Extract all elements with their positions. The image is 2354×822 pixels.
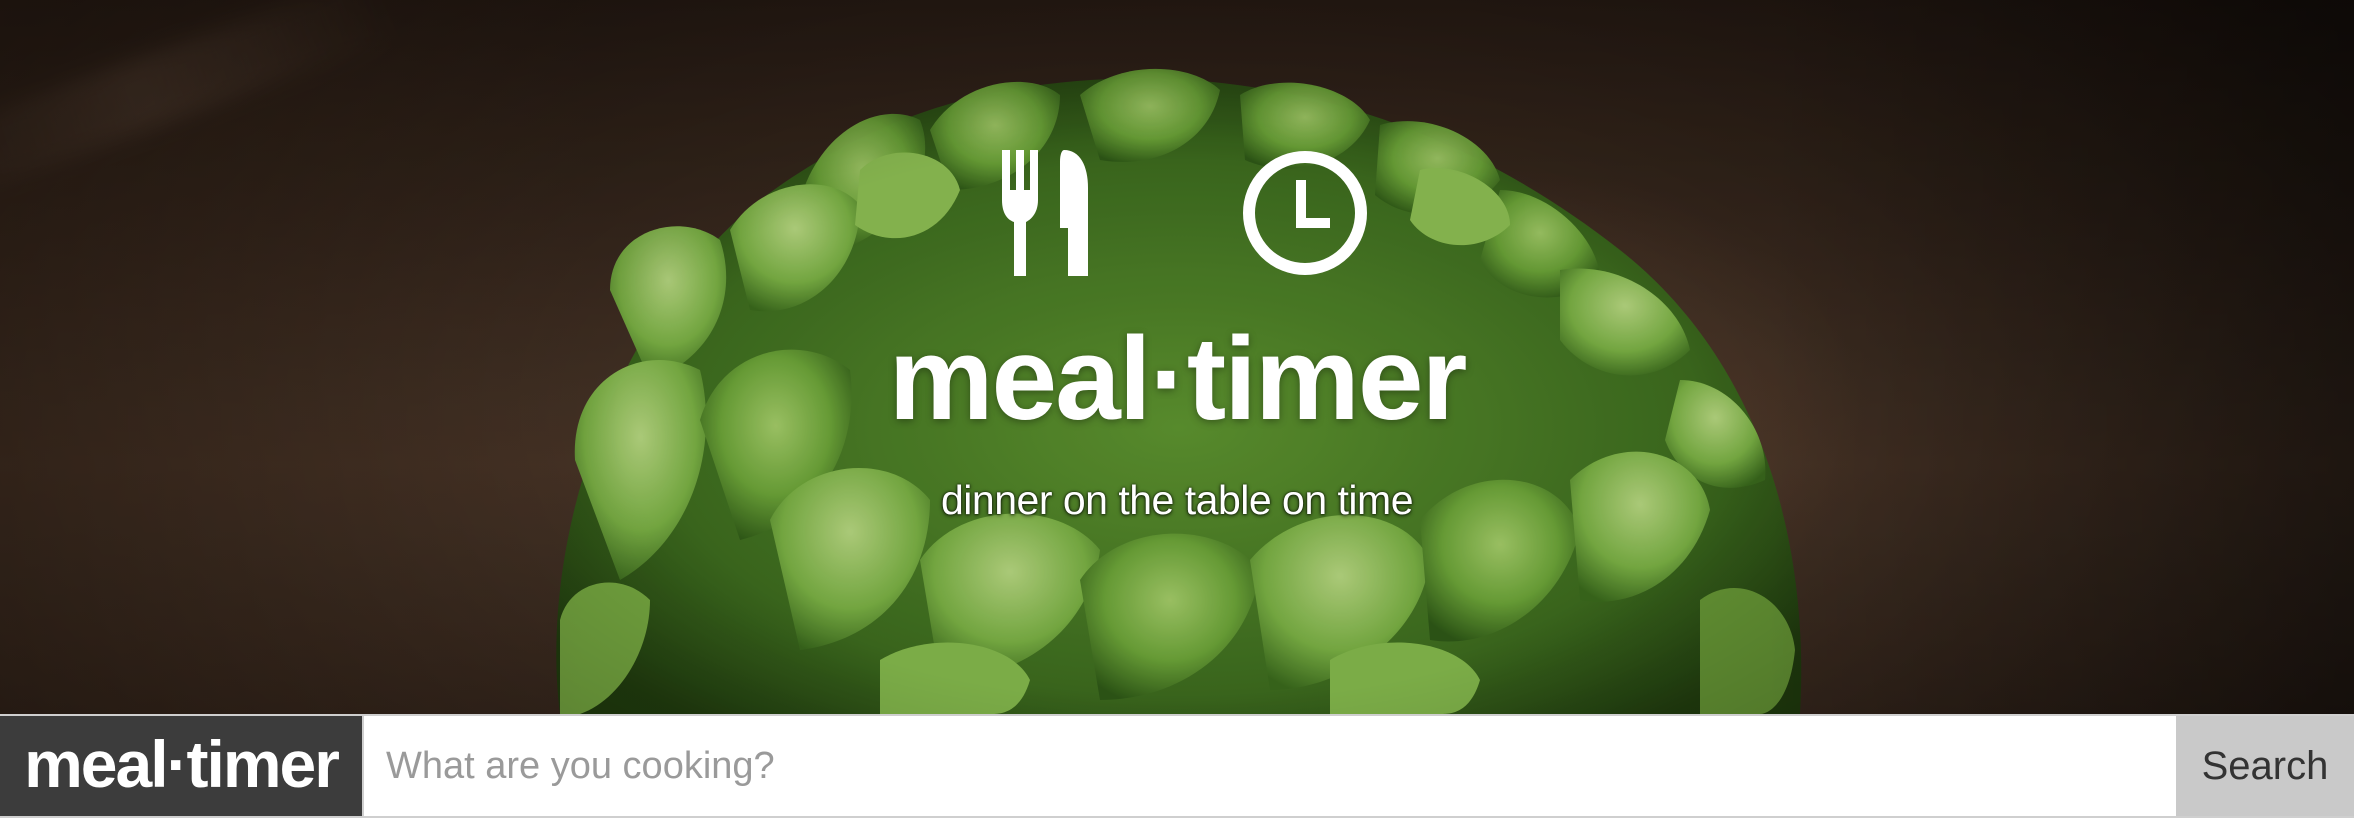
hero-tagline: dinner on the table on time [941,477,1414,523]
page: meal·timer dinner on the table on time m… [0,0,2354,822]
hero-banner: meal·timer dinner on the table on time [0,0,2354,714]
clock-icon [1243,151,1367,275]
hero-title: meal·timer [888,313,1468,445]
search-input[interactable] [362,716,2176,816]
page-bottom-edge [0,818,2354,822]
search-button[interactable]: Search [2176,716,2354,816]
search-bar: meal·timer Search [0,714,2354,818]
hero-logo [1002,150,1367,276]
fork-knife-icon [1002,150,1088,276]
brand-logo[interactable]: meal·timer [0,716,362,816]
